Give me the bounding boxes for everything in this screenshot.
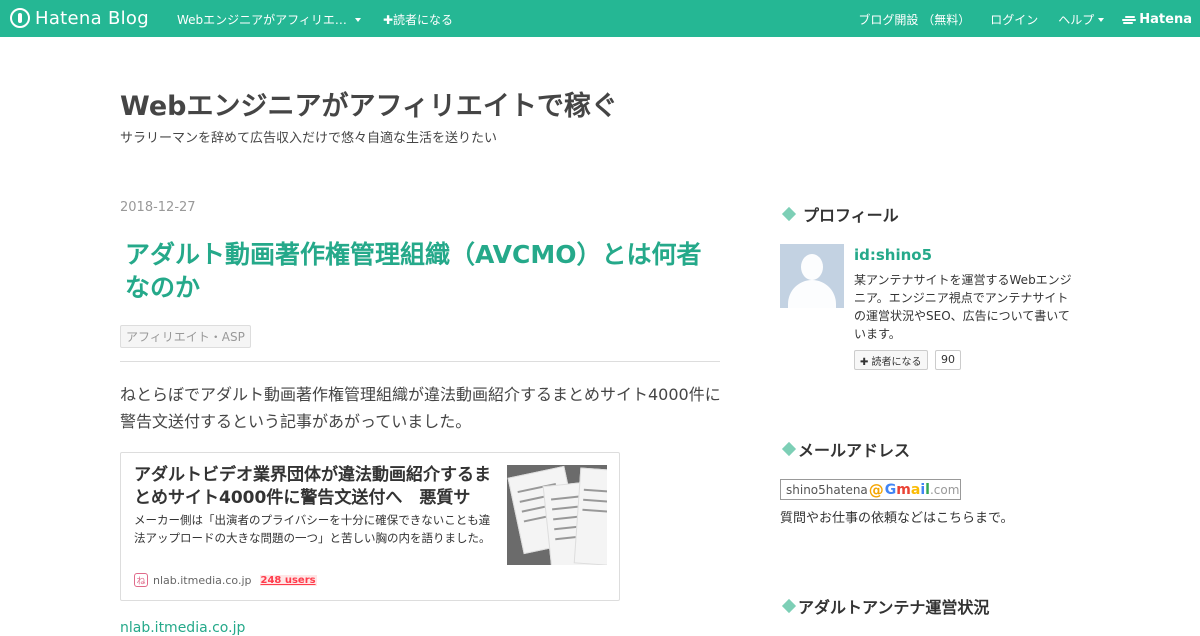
source-link[interactable]: nlab.itmedia.co.jp	[120, 620, 245, 636]
antenna-heading: アダルトアンテナ運営状況	[780, 594, 989, 618]
entry-paragraph: ねとらぼでアダルト動画著作権管理組織が違法動画紹介するまとめサイト4000件に警…	[120, 385, 721, 431]
embed-thumbnail[interactable]	[507, 465, 607, 565]
hatena-mark-icon	[1122, 15, 1137, 25]
profile-id-link[interactable]: id:shino5	[854, 246, 932, 264]
embed-footer: ね nlab.itmedia.co.jp 248 users	[134, 573, 317, 587]
entry-date[interactable]: 2018-12-27	[120, 200, 196, 215]
logo-text: Hatena Blog	[35, 7, 149, 29]
email-at: @	[868, 480, 884, 499]
avatar[interactable]	[780, 244, 844, 308]
gmail-logo-m: m	[896, 481, 911, 498]
entry-title[interactable]: アダルト動画著作権管理組織（AVCMO）とは何者なのか	[125, 238, 715, 304]
site-favicon-icon: ね	[134, 573, 148, 587]
start-blog-link[interactable]: ブログ開設 （無料）	[858, 11, 970, 28]
email-address-image: shino5hatena @ G m a i l .com	[780, 479, 961, 500]
subscribe-link[interactable]: ✚読者になる	[383, 11, 453, 28]
mail-note: 質問やお仕事の依頼などはこちらまで。	[780, 511, 1014, 526]
diamond-icon	[781, 206, 797, 222]
embed-domain[interactable]: nlab.itmedia.co.jp	[153, 574, 252, 587]
gmail-logo-g: G	[884, 481, 897, 498]
email-user: shino5hatena	[786, 482, 868, 497]
hatena-label: Hatena	[1139, 12, 1192, 27]
embed-title[interactable]: アダルトビデオ業界団体が違法動画紹介するまとめサイト4000件に警告文送付へ 悪…	[134, 464, 496, 510]
caret-down-icon	[354, 17, 361, 22]
diamond-icon	[781, 441, 797, 457]
blog-name-dropdown[interactable]: Webエンジニアがアフィリエ…	[177, 11, 361, 28]
embed-card[interactable]: アダルトビデオ業界団体が違法動画紹介するまとめサイト4000件に警告文送付へ 悪…	[120, 452, 620, 601]
subscribe-button[interactable]: ✚ 読者になる	[854, 350, 928, 370]
hatena-blog-logo[interactable]: Hatena Blog	[10, 7, 149, 29]
mail-heading: メールアドレス	[780, 437, 910, 461]
gmail-logo-a: a	[910, 481, 921, 498]
mail-heading-label: メールアドレス	[798, 441, 911, 460]
help-label: ヘルプ	[1058, 13, 1095, 27]
subscriber-count[interactable]: 90	[935, 350, 961, 370]
hatena-link[interactable]: Hatena	[1122, 12, 1192, 27]
antenna-heading-label: アダルトアンテナ運営状況	[798, 598, 990, 617]
login-link[interactable]: ログイン	[990, 11, 1038, 28]
hatena-blog-logo-icon	[10, 8, 30, 28]
blog-name-label: Webエンジニアがアフィリエ…	[177, 13, 347, 27]
global-header: Hatena Blog Webエンジニアがアフィリエ… ✚読者になる ブログ開設…	[0, 0, 1200, 37]
email-domain-suffix: .com	[929, 482, 960, 497]
help-dropdown[interactable]: ヘルプ	[1058, 11, 1105, 28]
bookmark-users-badge[interactable]: 248 users	[259, 574, 317, 586]
divider	[120, 361, 720, 362]
embed-description: メーカー側は「出演者のプライバシーを十分に確保できないことも違法アップロードの大…	[134, 513, 491, 545]
profile-description: 某アンテナサイトを運営するWebエンジニア。エンジニア視点でアンテナサイトの運営…	[854, 273, 1072, 341]
blog-description: サラリーマンを辞めて広告収入だけで悠々自適な生活を送りたい	[120, 131, 498, 146]
profile-heading-label: プロフィール	[803, 206, 899, 225]
blog-title[interactable]: Webエンジニアがアフィリエイトで稼ぐ	[120, 84, 618, 123]
caret-down-icon	[1098, 17, 1105, 22]
diamond-icon	[781, 598, 797, 614]
profile-heading: プロフィール	[780, 202, 899, 226]
category-tag[interactable]: アフィリエイト・ASP	[120, 325, 251, 348]
